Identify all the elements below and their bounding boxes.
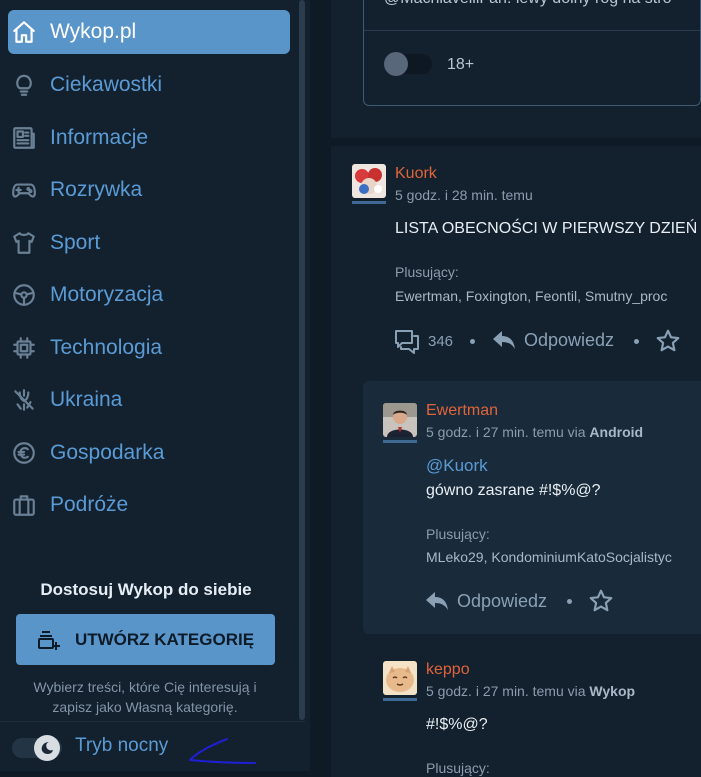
sidebar-item-label: Rozrywka (50, 178, 143, 201)
avatar-underline (352, 201, 386, 204)
sidebar-item-technologia[interactable]: Technologia (8, 326, 290, 370)
avatar[interactable] (352, 164, 386, 198)
comment-author[interactable]: Ewertman (426, 402, 498, 420)
sidebar-item-gospodarka[interactable]: Gospodarka (8, 431, 290, 475)
night-mode-label[interactable]: Tryb nocny (75, 735, 168, 757)
night-mode-toggle[interactable] (12, 735, 62, 761)
comments-button[interactable]: 346 (394, 328, 453, 354)
via-source: Wykop (589, 683, 636, 699)
sidebar-item-motoryzacja[interactable]: Motoryzacja (8, 273, 290, 317)
steering-wheel-icon (11, 282, 37, 308)
night-mode-knob (34, 735, 60, 761)
favorite-button[interactable] (588, 588, 614, 614)
create-category-button[interactable]: UTWÓRZ KATEGORIĘ (16, 614, 275, 665)
entry-text: @MachiavelliFan: lewy dolny róg na stro (384, 0, 671, 8)
comment-text: #!$%@? (426, 716, 488, 733)
create-category-label: UTWÓRZ KATEGORIĘ (74, 629, 255, 649)
nsfw-toggle[interactable] (384, 52, 432, 76)
comment-text: gówno zasrane #!$%@? (426, 482, 601, 499)
comment-mention[interactable]: @Kuork (426, 456, 488, 476)
sidebar-item-wykop[interactable]: Wykop.pl (8, 10, 290, 54)
reply-button[interactable]: Odpowiedz (424, 590, 547, 612)
sidebar-item-label: Ciekawostki (50, 73, 163, 96)
star-icon (656, 329, 680, 352)
entry-author[interactable]: Kuork (395, 165, 437, 183)
plus-list[interactable]: Ewertman, Foxington, Feontil, Smutny_pro… (395, 288, 667, 304)
home-icon (11, 19, 37, 45)
sidebar-scrollbar[interactable] (299, 0, 305, 720)
reply-label: Odpowiedz (457, 590, 548, 611)
sidebar-item-label: Motoryzacja (50, 283, 164, 306)
nsfw-label: 18+ (447, 56, 475, 73)
sidebar-item-informacje[interactable]: Informacje (8, 116, 290, 160)
sidebar-item-ciekawostki[interactable]: Ciekawostki (8, 63, 290, 107)
favorite-button[interactable] (655, 328, 681, 354)
tshirt-icon (11, 230, 37, 256)
customize-title: Dostosuj Wykop do siebie (40, 580, 252, 599)
sidebar-item-label: Sport (50, 231, 101, 254)
annotation-arrow-icon (189, 738, 256, 764)
separator-dot (470, 339, 475, 344)
moon-icon (41, 742, 53, 754)
sidebar-item-sport[interactable]: Sport (8, 221, 290, 265)
reply-button[interactable]: Odpowiedz (491, 329, 614, 351)
comments-icon (395, 330, 419, 354)
gamepad-icon (11, 177, 37, 203)
star-icon (589, 589, 613, 612)
entry-text: LISTA OBECNOŚCI W PIERWSZY DZIEŃ (395, 220, 698, 237)
ukraine-icon (11, 387, 37, 413)
sidebar-item-podroze[interactable]: Podróże (8, 483, 290, 527)
add-category-icon (37, 630, 60, 650)
sidebar-item-ukraina[interactable]: Ukraina (8, 378, 290, 422)
separator-dot (567, 599, 572, 604)
divider (364, 30, 700, 31)
newspaper-icon (11, 125, 37, 151)
avatar[interactable] (383, 661, 417, 695)
plus-list[interactable]: MLeko29, KondominiumKatoSocjalistyc (426, 549, 672, 565)
sidebar-item-label: Podróże (50, 493, 129, 516)
lightbulb-icon (11, 72, 37, 98)
avatar-underline (383, 440, 417, 443)
comment-input-card: @MachiavelliFan: lewy dolny róg na stro … (363, 0, 701, 106)
sidebar-item-label: Ukraina (50, 388, 123, 411)
euro-icon (11, 440, 37, 466)
sidebar-item-label: Technologia (50, 336, 163, 359)
reply-icon (493, 331, 515, 349)
comment-time[interactable]: 5 godz. i 27 min. temu via Wykop (426, 683, 635, 699)
sidebar-item-rozrywka[interactable]: Rozrywka (8, 168, 290, 212)
plus-label: Plusujący: (426, 526, 490, 542)
plus-label: Plusujący: (426, 760, 490, 776)
sidebar: Wykop.pl Ciekawostki Informacje Rozrywka… (0, 0, 310, 771)
chip-icon (11, 335, 37, 361)
sidebar-item-label: Wykop.pl (50, 20, 137, 43)
avatar-underline (383, 698, 417, 701)
comments-count: 346 (428, 332, 454, 350)
reply-icon (426, 592, 448, 610)
avatar[interactable] (383, 403, 417, 437)
entry-time[interactable]: 5 godz. i 28 min. temu (395, 187, 533, 203)
reply-label: Odpowiedz (524, 329, 615, 350)
divider (0, 721, 305, 722)
plus-label: Plusujący: (395, 264, 459, 280)
separator-dot (634, 339, 639, 344)
category-description: Wybierz treści, które Cię interesują i z… (33, 679, 257, 715)
sidebar-item-label: Informacje (50, 126, 149, 149)
comment-author[interactable]: keppo (426, 661, 470, 679)
via-source: Android (589, 424, 644, 440)
nsfw-toggle-knob (384, 52, 408, 76)
comment-time[interactable]: 5 godz. i 27 min. temu via Android (426, 424, 643, 440)
sidebar-item-label: Gospodarka (50, 441, 165, 464)
suitcase-icon (11, 492, 37, 518)
